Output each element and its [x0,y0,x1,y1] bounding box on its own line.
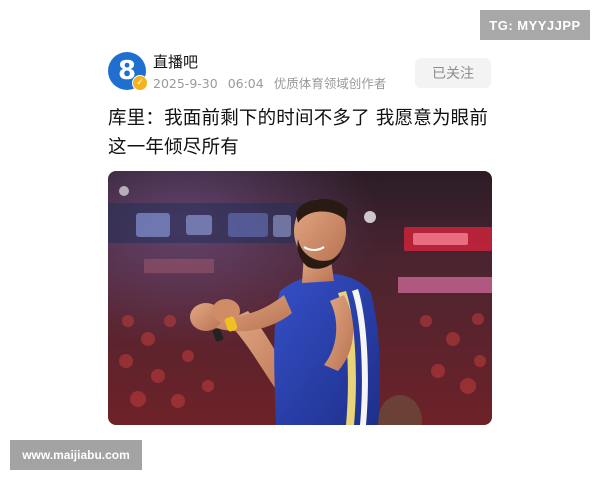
follow-button[interactable]: 已关注 [415,58,491,88]
post-headline[interactable]: 库里：我面前剩下的时间不多了 我愿意为眼前 这一年倾尽所有 [108,104,496,162]
watermark-bottom: www.maijiabu.com [10,440,142,470]
post-time: 06:04 [227,76,264,91]
post-date: 2025-9-30 [153,76,218,91]
author-tag: 优质体育领域创作者 [273,76,387,91]
post-card: 8 ✓ 直播吧 2025-9-30 06:04 优质体育领域创作者 已关注 库里… [100,40,500,436]
headline-line-2: 这一年倾尽所有 [108,137,239,158]
post-photo[interactable] [108,171,492,425]
watermark-top: TG: MYYJJPP [480,10,590,40]
account-avatar[interactable]: 8 ✓ [108,52,148,91]
headline-line-1: 库里：我面前剩下的时间不多了 我愿意为眼前 [108,108,489,129]
post-meta: 2025-9-30 06:04 优质体育领域创作者 [153,73,392,92]
player-photo-illustration [108,171,492,425]
page: 8 ✓ 直播吧 2025-9-30 06:04 优质体育领域创作者 已关注 库里… [0,0,600,480]
verified-badge-icon: ✓ [132,75,148,91]
account-name[interactable]: 直播吧 [153,51,198,72]
